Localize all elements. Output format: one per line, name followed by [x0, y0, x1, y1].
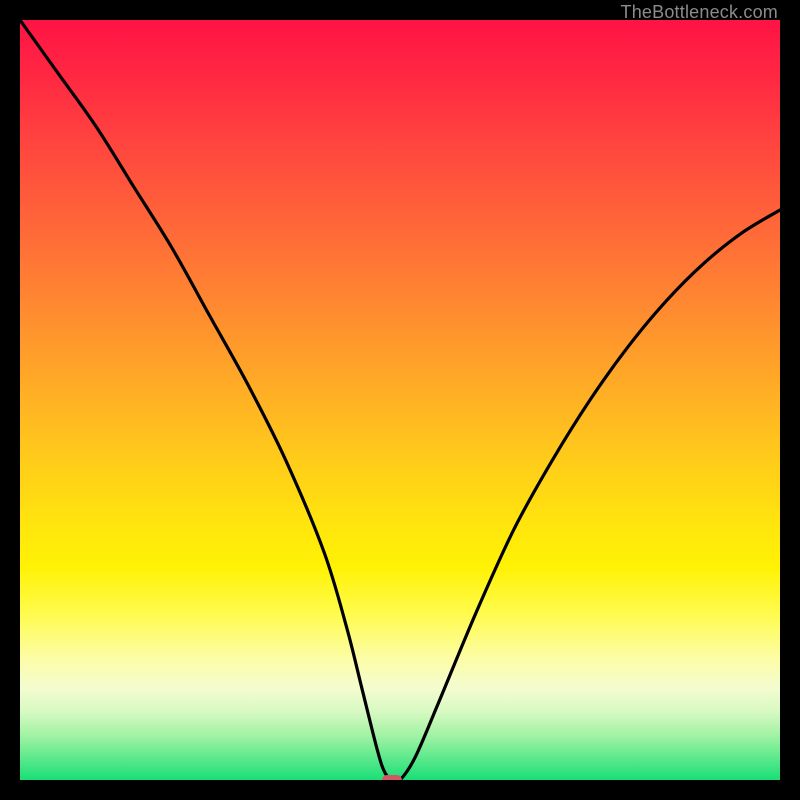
bottleneck-curve: [20, 20, 780, 780]
optimal-point-marker: [382, 775, 402, 780]
chart-frame: TheBottleneck.com: [0, 0, 800, 800]
plot-area: [20, 20, 780, 780]
watermark-text: TheBottleneck.com: [621, 2, 778, 23]
